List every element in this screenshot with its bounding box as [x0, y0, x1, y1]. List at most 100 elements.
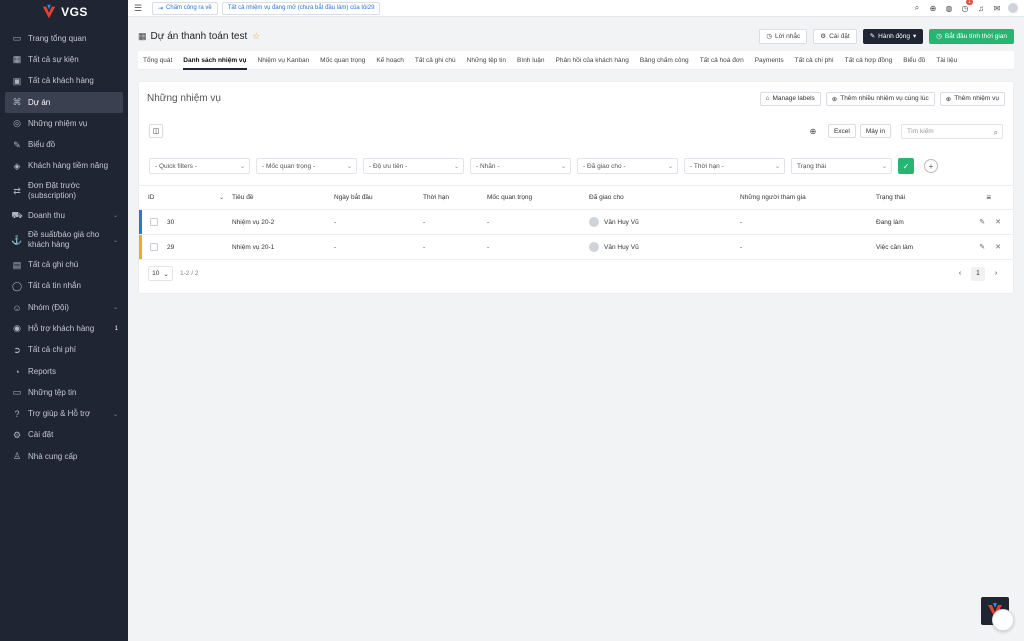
sidebar-item[interactable]: ✎ Biểu đồ [0, 134, 128, 155]
header-assigned[interactable]: Đã giao cho [589, 194, 624, 201]
task-status[interactable]: Việc cần làm [876, 244, 913, 251]
task-status[interactable]: Đang làm [876, 219, 904, 226]
sidebar-item[interactable]: ◎ Những nhiệm vụ [0, 113, 128, 134]
sidebar-item[interactable]: ▭ Những tệp tin [0, 382, 128, 403]
sidebar-item[interactable]: ▭ Trang tổng quan [0, 28, 128, 49]
reminder-button[interactable]: ◷ Lời nhắc [759, 28, 808, 44]
sidebar-item[interactable]: ▤ Tất cả ghi chú [0, 254, 128, 275]
sort-down-icon[interactable]: ⌄ [219, 194, 224, 201]
tab[interactable]: Những tệp tin [467, 51, 506, 70]
sidebar-item[interactable]: ▦ Tất cả sự kiện [0, 49, 128, 70]
tab[interactable]: Payments [755, 51, 784, 70]
add-task-button[interactable]: ⊕ Thêm nhiệm vụ [939, 91, 1005, 106]
mail-icon[interactable]: ✉ [992, 3, 1002, 13]
sidebar-item[interactable]: ◯ Tất cả tin nhắn [0, 276, 128, 297]
prev-page-icon[interactable]: ‹ [953, 267, 967, 281]
column-menu-icon[interactable]: ≡ [986, 193, 991, 202]
chat-widget-button[interactable] [992, 609, 1014, 631]
task-title[interactable]: Nhiệm vụ 20-2 [232, 219, 274, 226]
tab[interactable]: Biểu đồ [903, 51, 925, 70]
search-input[interactable]: Tìm kiếm ⌕ [901, 123, 1003, 139]
print-button[interactable]: Máy in [859, 124, 891, 138]
tab[interactable]: Tất cả hợp đồng [845, 51, 893, 70]
add-multiple-tasks-button[interactable]: ⊕ Thêm nhiều nhiệm vụ cùng lúc [825, 91, 935, 106]
task-assignee[interactable]: Văn Huy Vũ [589, 217, 639, 227]
tab[interactable]: Tất cả hoá đơn [700, 51, 744, 70]
filter-select[interactable]: - Đã giao cho - ⌄ [577, 158, 678, 174]
header-status[interactable]: Trạng thái [876, 194, 905, 201]
sidebar-item[interactable]: ⇄ Đơn Đặt trước (subscription) [0, 177, 128, 205]
sidebar-item[interactable]: ▣ Tất cả khách hàng [0, 71, 128, 92]
globe-icon[interactable]: ◍ [944, 3, 954, 13]
next-page-icon[interactable]: › [989, 267, 1003, 281]
menu-toggle-icon[interactable]: ☰ [134, 3, 144, 14]
tab[interactable]: Tất cả chi phí [795, 51, 834, 70]
user-avatar[interactable] [1008, 3, 1018, 13]
apply-filter-button[interactable]: ✓ [898, 158, 914, 174]
header-deadline[interactable]: Thời hạn [423, 194, 449, 201]
tab[interactable]: Mốc quan trọng [320, 51, 365, 70]
star-icon[interactable]: ☆ [252, 31, 260, 42]
sidebar-item[interactable]: ➲ Tất cả chi phí [0, 340, 128, 361]
edit-icon[interactable]: ✎ [979, 243, 985, 251]
page-size-select[interactable]: 10 ⌄ [148, 266, 173, 281]
row-checkbox[interactable] [150, 218, 158, 226]
sidebar-item[interactable]: ◈ Khách hàng tiềm năng [0, 156, 128, 177]
sidebar-item[interactable]: ? Trợ giúp & Hỗ trợ ⌄ [0, 403, 128, 424]
sidebar-item[interactable]: ☺ Nhóm (Đội) ⌄ [0, 297, 128, 318]
filter-select[interactable]: Trạng thái ⌄ [791, 158, 892, 174]
bell-icon[interactable]: ♫ [976, 3, 986, 13]
clock-out-button[interactable]: ⇥ Chấm công ra về [152, 1, 218, 15]
tab[interactable]: Kế hoạch [376, 51, 403, 70]
row-checkbox[interactable] [150, 243, 158, 251]
crosshair-icon[interactable]: ⊕ [808, 126, 818, 136]
tab[interactable]: Phản hồi của khách hàng [556, 51, 629, 70]
excel-export-button[interactable]: Excel [827, 124, 856, 138]
header-milestone[interactable]: Mốc quan trọng [487, 194, 532, 201]
manage-labels-button[interactable]: ⌂ Manage labels [759, 91, 821, 106]
sidebar-item[interactable]: ⛟ Doanh thu ⌄ [0, 205, 128, 226]
add-filter-button[interactable]: + [924, 159, 938, 173]
table-row[interactable]: 30 Nhiệm vụ 20-2 - - - Văn Huy Vũ - Đang… [139, 210, 1013, 235]
brand-logo[interactable]: VGS [0, 0, 128, 24]
tab[interactable]: Bảng chấm công [640, 51, 689, 70]
tab[interactable]: Bình luận [517, 51, 544, 70]
settings-button[interactable]: ⚙ Cài đặt [813, 28, 857, 44]
arrow-circle-icon: ➲ [13, 344, 21, 355]
add-circle-icon[interactable]: ⊕ [928, 3, 938, 13]
tab[interactable]: Danh sách nhiệm vụ [183, 51, 247, 70]
tab[interactable]: Nhiệm vụ Kanban [258, 51, 310, 70]
sidebar-item[interactable]: ◔ Reports [0, 361, 128, 382]
sidebar-item[interactable]: ◉ Hỗ trợ khách hàng 1 [0, 318, 128, 339]
open-tasks-link[interactable]: Tất cả nhiệm vụ đang mở (chưa bắt đầu là… [221, 1, 381, 15]
tab[interactable]: Tài liệu [936, 51, 957, 70]
sidebar-item[interactable]: ⚙ Cài đặt [0, 425, 128, 446]
clock-icon[interactable]: ◷ 1 [960, 0, 973, 13]
current-page[interactable]: 1 [971, 266, 985, 281]
header-id[interactable]: ID [148, 194, 155, 201]
sidebar-item[interactable]: ⚓ Đề suất/báo giá cho khách hàng ⌄ [0, 226, 128, 254]
columns-toggle-button[interactable]: ◫ [149, 124, 163, 138]
filter-select[interactable]: - Độ ưu tiên - ⌄ [363, 158, 464, 174]
filter-select[interactable]: - Quick filters - ⌄ [149, 158, 250, 174]
sidebar-item[interactable]: ⌘ Dự án [5, 91, 123, 114]
sidebar-item[interactable]: ♙ Nhà cung cấp [0, 446, 128, 467]
header-start-date[interactable]: Ngày bắt đầu [334, 194, 373, 201]
filter-select[interactable]: - Nhãn - ⌄ [470, 158, 571, 174]
close-icon[interactable]: ✕ [995, 243, 1001, 251]
header-title[interactable]: Tiêu đề [232, 194, 253, 201]
tab[interactable]: Tổng quát [143, 51, 172, 70]
close-icon[interactable]: ✕ [995, 218, 1001, 226]
header-collaborators[interactable]: Những người tham gia [740, 194, 806, 201]
filter-select[interactable]: - Thời hạn - ⌄ [684, 158, 785, 174]
sidebar-item-label: Những tệp tin [28, 387, 77, 397]
edit-icon[interactable]: ✎ [979, 218, 985, 226]
task-title[interactable]: Nhiệm vụ 20-1 [232, 244, 274, 251]
search-icon[interactable]: ⌕ [912, 3, 922, 13]
task-assignee[interactable]: Văn Huy Vũ [589, 242, 639, 252]
filter-select[interactable]: - Mốc quan trọng - ⌄ [256, 158, 357, 174]
tab[interactable]: Tất cả ghi chú [415, 51, 456, 70]
start-timer-button[interactable]: ◷ Bắt đầu tính thời gian [929, 28, 1014, 44]
table-row[interactable]: 29 Nhiệm vụ 20-1 - - - Văn Huy Vũ - Việc… [139, 235, 1013, 260]
actions-dropdown[interactable]: ✎ Hành động ▾ [862, 28, 924, 44]
